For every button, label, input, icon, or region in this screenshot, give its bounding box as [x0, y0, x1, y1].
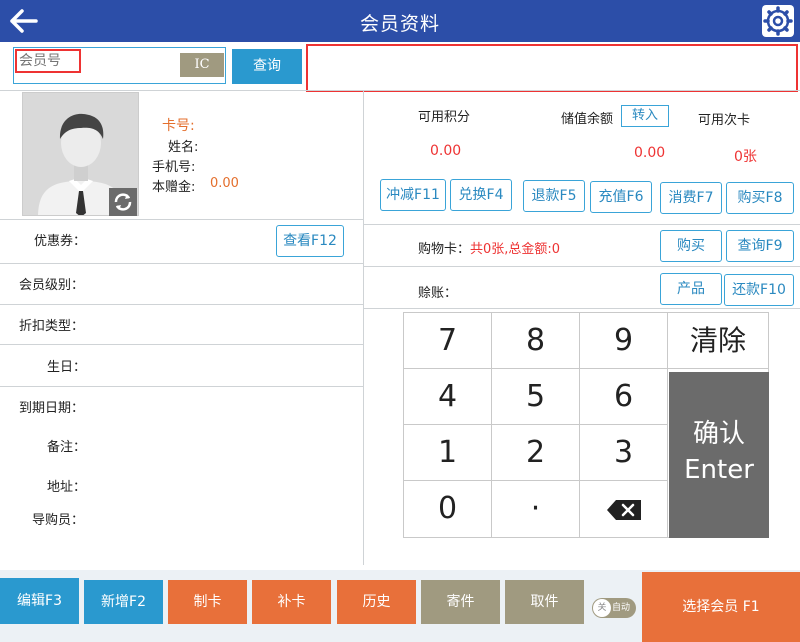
points-value: 0.00: [430, 143, 462, 159]
points-label: 可用积分: [418, 110, 471, 125]
divider: [364, 266, 800, 267]
refresh-icon: [114, 193, 132, 211]
times-card-label: 可用次卡: [698, 113, 751, 128]
pickup-item-button[interactable]: 取件: [505, 580, 584, 624]
make-card-button[interactable]: 制卡: [168, 580, 247, 624]
refund-button[interactable]: 退款F5: [523, 180, 585, 212]
buy-button[interactable]: 购买: [660, 230, 722, 262]
shopping-guide-label: 导购员：: [32, 513, 85, 528]
key-3[interactable]: 3: [580, 425, 668, 481]
divider: [364, 308, 800, 309]
key-5[interactable]: 5: [492, 369, 580, 425]
name-label: 姓名:: [168, 140, 199, 155]
divider: [0, 219, 363, 220]
key-8[interactable]: 8: [492, 313, 580, 369]
confirm-label: 确认: [692, 419, 745, 449]
refresh-avatar-button[interactable]: [109, 188, 137, 216]
settings-button[interactable]: [762, 5, 794, 37]
discount-type-label: 折扣类型：: [19, 319, 85, 334]
reissue-card-button[interactable]: 补卡: [252, 580, 331, 624]
key-dot[interactable]: ·: [492, 481, 580, 537]
deduct-button[interactable]: 冲减F11: [380, 179, 446, 211]
query-f9-button[interactable]: 查询F9: [726, 230, 794, 262]
confirm-enter-key[interactable]: 确认 Enter: [669, 372, 769, 538]
divider: [0, 304, 363, 305]
gift-label: 本赠金:: [152, 180, 196, 195]
remark-label: 备注：: [47, 440, 87, 455]
divider: [0, 386, 363, 387]
key-4[interactable]: 4: [404, 369, 492, 425]
divider: [0, 263, 363, 264]
divider: [363, 90, 364, 565]
backspace-key[interactable]: [580, 481, 668, 537]
page-title: 会员资料: [359, 13, 440, 35]
times-card-value: 0张: [734, 149, 757, 165]
address-label: 地址：: [47, 480, 87, 495]
gear-icon: [763, 6, 793, 36]
recharge-button[interactable]: 充值F6: [590, 181, 652, 213]
coupon-label: 优惠券：: [34, 234, 87, 249]
transfer-in-button[interactable]: 转入: [621, 105, 669, 127]
expiry-date-label: 到期日期：: [19, 401, 85, 416]
title-bar: 会员资料: [0, 0, 800, 42]
credit-label: 赊账：: [418, 286, 458, 301]
repay-button[interactable]: 还款F10: [724, 274, 794, 306]
purchase-f8-button[interactable]: 购买F8: [726, 182, 794, 214]
query-button[interactable]: 查询: [232, 49, 302, 84]
stored-value-label: 储值余额: [561, 112, 614, 127]
auto-toggle[interactable]: 关 自动: [592, 598, 636, 618]
product-button[interactable]: 产品: [660, 273, 722, 305]
shopping-card-value: 共0张,总金额:0: [470, 242, 561, 257]
divider: [364, 224, 800, 225]
view-button[interactable]: 查看F12: [276, 225, 344, 257]
divider: [0, 90, 800, 91]
toggle-auto-label: 自动: [612, 603, 631, 613]
card-number-label: 卡号:: [162, 118, 195, 134]
key-2[interactable]: 2: [492, 425, 580, 481]
key-9[interactable]: 9: [580, 313, 668, 369]
divider: [0, 344, 363, 345]
select-member-button[interactable]: 选择会员 F1: [642, 572, 800, 642]
backspace-icon: [606, 499, 641, 520]
member-number-input[interactable]: [15, 49, 81, 73]
phone-label: 手机号:: [152, 160, 196, 175]
birthday-label: 生日：: [47, 360, 87, 375]
deposit-item-button[interactable]: 寄件: [421, 580, 500, 624]
ic-card-button[interactable]: IC: [180, 53, 224, 77]
edit-button[interactable]: 编辑F3: [0, 578, 79, 624]
exchange-button[interactable]: 兑换F4: [450, 179, 512, 211]
new-member-button[interactable]: 新增F2: [84, 580, 163, 624]
key-6[interactable]: 6: [580, 369, 668, 425]
history-button[interactable]: 历史: [337, 580, 416, 624]
clear-key[interactable]: 清除: [668, 313, 769, 369]
key-1[interactable]: 1: [404, 425, 492, 481]
enter-label: Enter: [684, 455, 754, 485]
gift-value: 0.00: [210, 176, 239, 191]
key-0[interactable]: 0: [404, 481, 492, 537]
stored-value-amount: 0.00: [634, 145, 666, 161]
consume-button[interactable]: 消费F7: [660, 182, 722, 214]
member-search-box: IC: [13, 47, 226, 84]
numeric-keypad: 7 8 9 清除 4 5 6 1 2 3 0 · 确认 Enter: [403, 312, 769, 538]
key-7[interactable]: 7: [404, 313, 492, 369]
member-info-display: [306, 44, 798, 92]
toggle-off-label: 关: [593, 599, 611, 617]
shopping-card-label: 购物卡：: [418, 242, 471, 257]
member-level-label: 会员级别：: [19, 278, 85, 293]
